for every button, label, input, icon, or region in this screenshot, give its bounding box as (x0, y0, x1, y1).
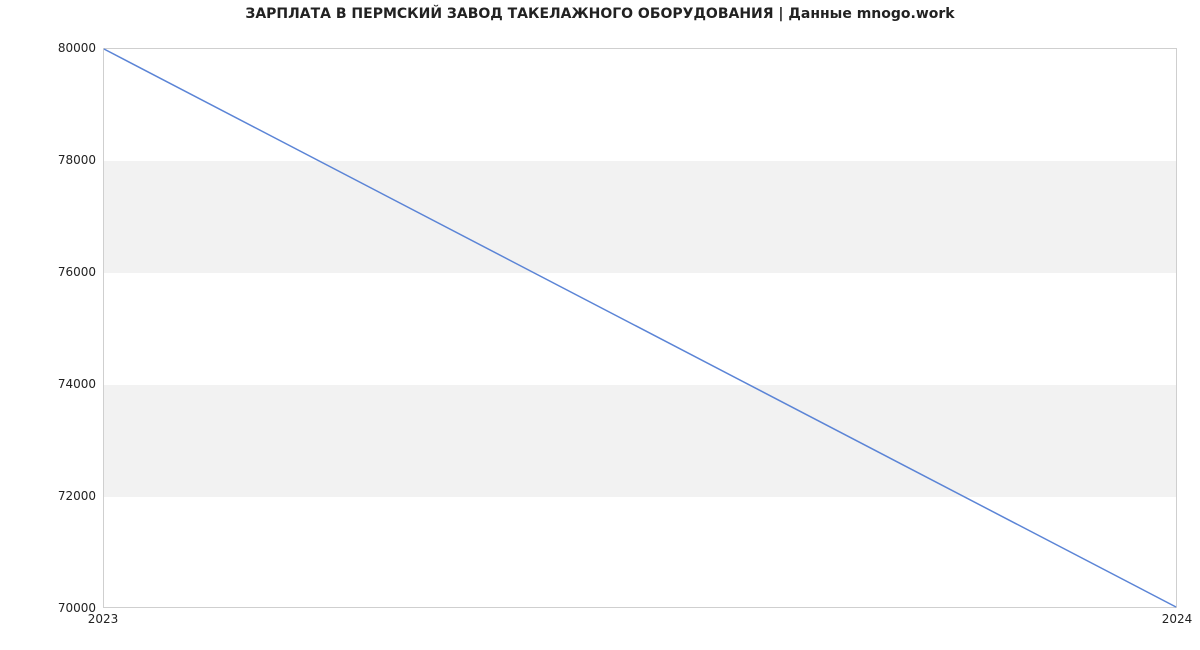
y-tick-label: 70000 (6, 601, 96, 615)
y-tick-label: 80000 (6, 41, 96, 55)
line-layer (104, 49, 1176, 607)
x-tick-label: 2024 (1162, 612, 1193, 626)
y-tick-label: 72000 (6, 489, 96, 503)
chart-title: ЗАРПЛАТА В ПЕРМСКИЙ ЗАВОД ТАКЕЛАЖНОГО ОБ… (0, 6, 1200, 22)
series-line (104, 49, 1176, 607)
plot-area (103, 48, 1177, 608)
x-tick-label: 2023 (88, 612, 119, 626)
y-tick-label: 74000 (6, 377, 96, 391)
salary-line-chart: ЗАРПЛАТА В ПЕРМСКИЙ ЗАВОД ТАКЕЛАЖНОГО ОБ… (0, 0, 1200, 650)
y-tick-label: 76000 (6, 265, 96, 279)
y-tick-label: 78000 (6, 153, 96, 167)
